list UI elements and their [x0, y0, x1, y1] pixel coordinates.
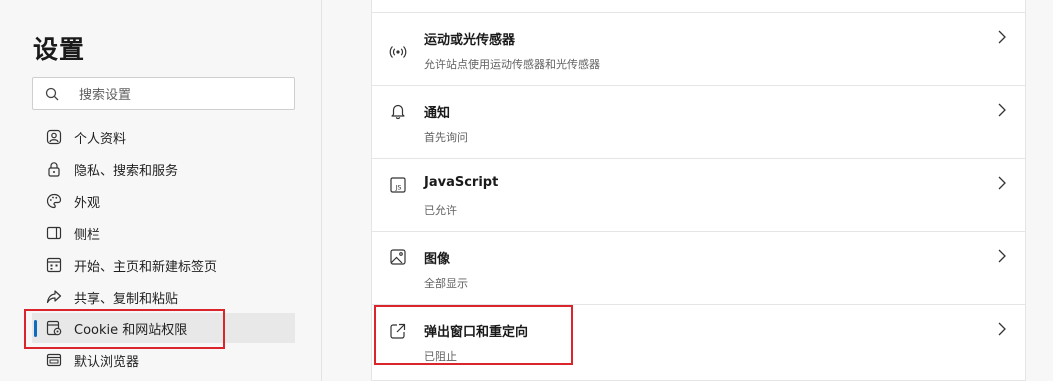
list-item-previous — [372, 0, 1025, 13]
sidebar-item-label: 开始、主页和新建标签页 — [74, 260, 218, 275]
permission-motion-light-sensors[interactable]: 运动或光传感器 允许站点使用运动传感器和光传感器 — [372, 13, 1025, 86]
sidebar-item-label: 侧栏 — [74, 228, 101, 243]
permission-javascript[interactable]: JS JavaScript 已允许 — [372, 159, 1025, 232]
permission-title: 通知 — [424, 106, 451, 121]
svg-text:JS: JS — [394, 184, 401, 192]
sidebar-item-share-copy-paste[interactable]: 共享、复制和粘贴 — [32, 282, 295, 312]
sensor-icon — [389, 43, 407, 61]
lock-icon — [46, 161, 62, 177]
sidebar-item-start-home[interactable]: 开始、主页和新建标签页 — [32, 250, 295, 280]
permission-description: 允许站点使用运动传感器和光传感器 — [424, 58, 600, 71]
image-icon — [389, 248, 407, 266]
sidebar-item-label: 隐私、搜索和服务 — [74, 164, 179, 179]
sidebar-item-default-browser[interactable]: 默认浏览器 — [32, 345, 295, 375]
permission-title: 图像 — [424, 252, 451, 267]
chevron-right-icon — [996, 248, 1008, 264]
permission-notifications[interactable]: 通知 首先询问 — [372, 86, 1025, 159]
chevron-right-icon — [996, 29, 1008, 45]
sidebar-item-privacy[interactable]: 隐私、搜索和服务 — [32, 154, 295, 184]
highlight-box — [24, 309, 225, 349]
permission-description: 首先询问 — [424, 131, 468, 144]
share-icon — [46, 289, 62, 305]
permission-images[interactable]: 图像 全部显示 — [372, 232, 1025, 305]
palette-icon — [46, 193, 62, 209]
permission-description: 已允许 — [424, 204, 457, 217]
sidebar-icon — [46, 225, 62, 241]
sidebar-item-sidebar[interactable]: 侧栏 — [32, 218, 295, 248]
profile-icon — [46, 129, 62, 145]
chevron-right-icon — [996, 321, 1008, 337]
search-icon — [44, 86, 60, 102]
chevron-right-icon — [996, 175, 1008, 191]
permission-title: 运动或光传感器 — [424, 33, 516, 48]
search-box[interactable] — [32, 77, 295, 110]
sidebar-item-profile[interactable]: 个人资料 — [32, 122, 295, 152]
sidebar-item-label: 默认浏览器 — [74, 355, 140, 370]
search-input[interactable] — [77, 83, 286, 107]
chevron-right-icon — [996, 102, 1008, 118]
browser-icon — [46, 352, 62, 368]
permission-title: JavaScript — [424, 175, 499, 190]
sidebar-item-label: 个人资料 — [74, 132, 127, 147]
bell-icon — [389, 102, 407, 120]
js-icon: JS — [389, 176, 407, 194]
home-grid-icon — [46, 257, 62, 273]
settings-title: 设置 — [33, 35, 86, 64]
permission-description: 全部显示 — [424, 277, 468, 290]
sidebar-item-appearance[interactable]: 外观 — [32, 186, 295, 216]
sidebar-item-label: 共享、复制和粘贴 — [74, 292, 179, 307]
highlight-box — [374, 305, 573, 365]
sidebar-item-label: 外观 — [74, 196, 101, 211]
